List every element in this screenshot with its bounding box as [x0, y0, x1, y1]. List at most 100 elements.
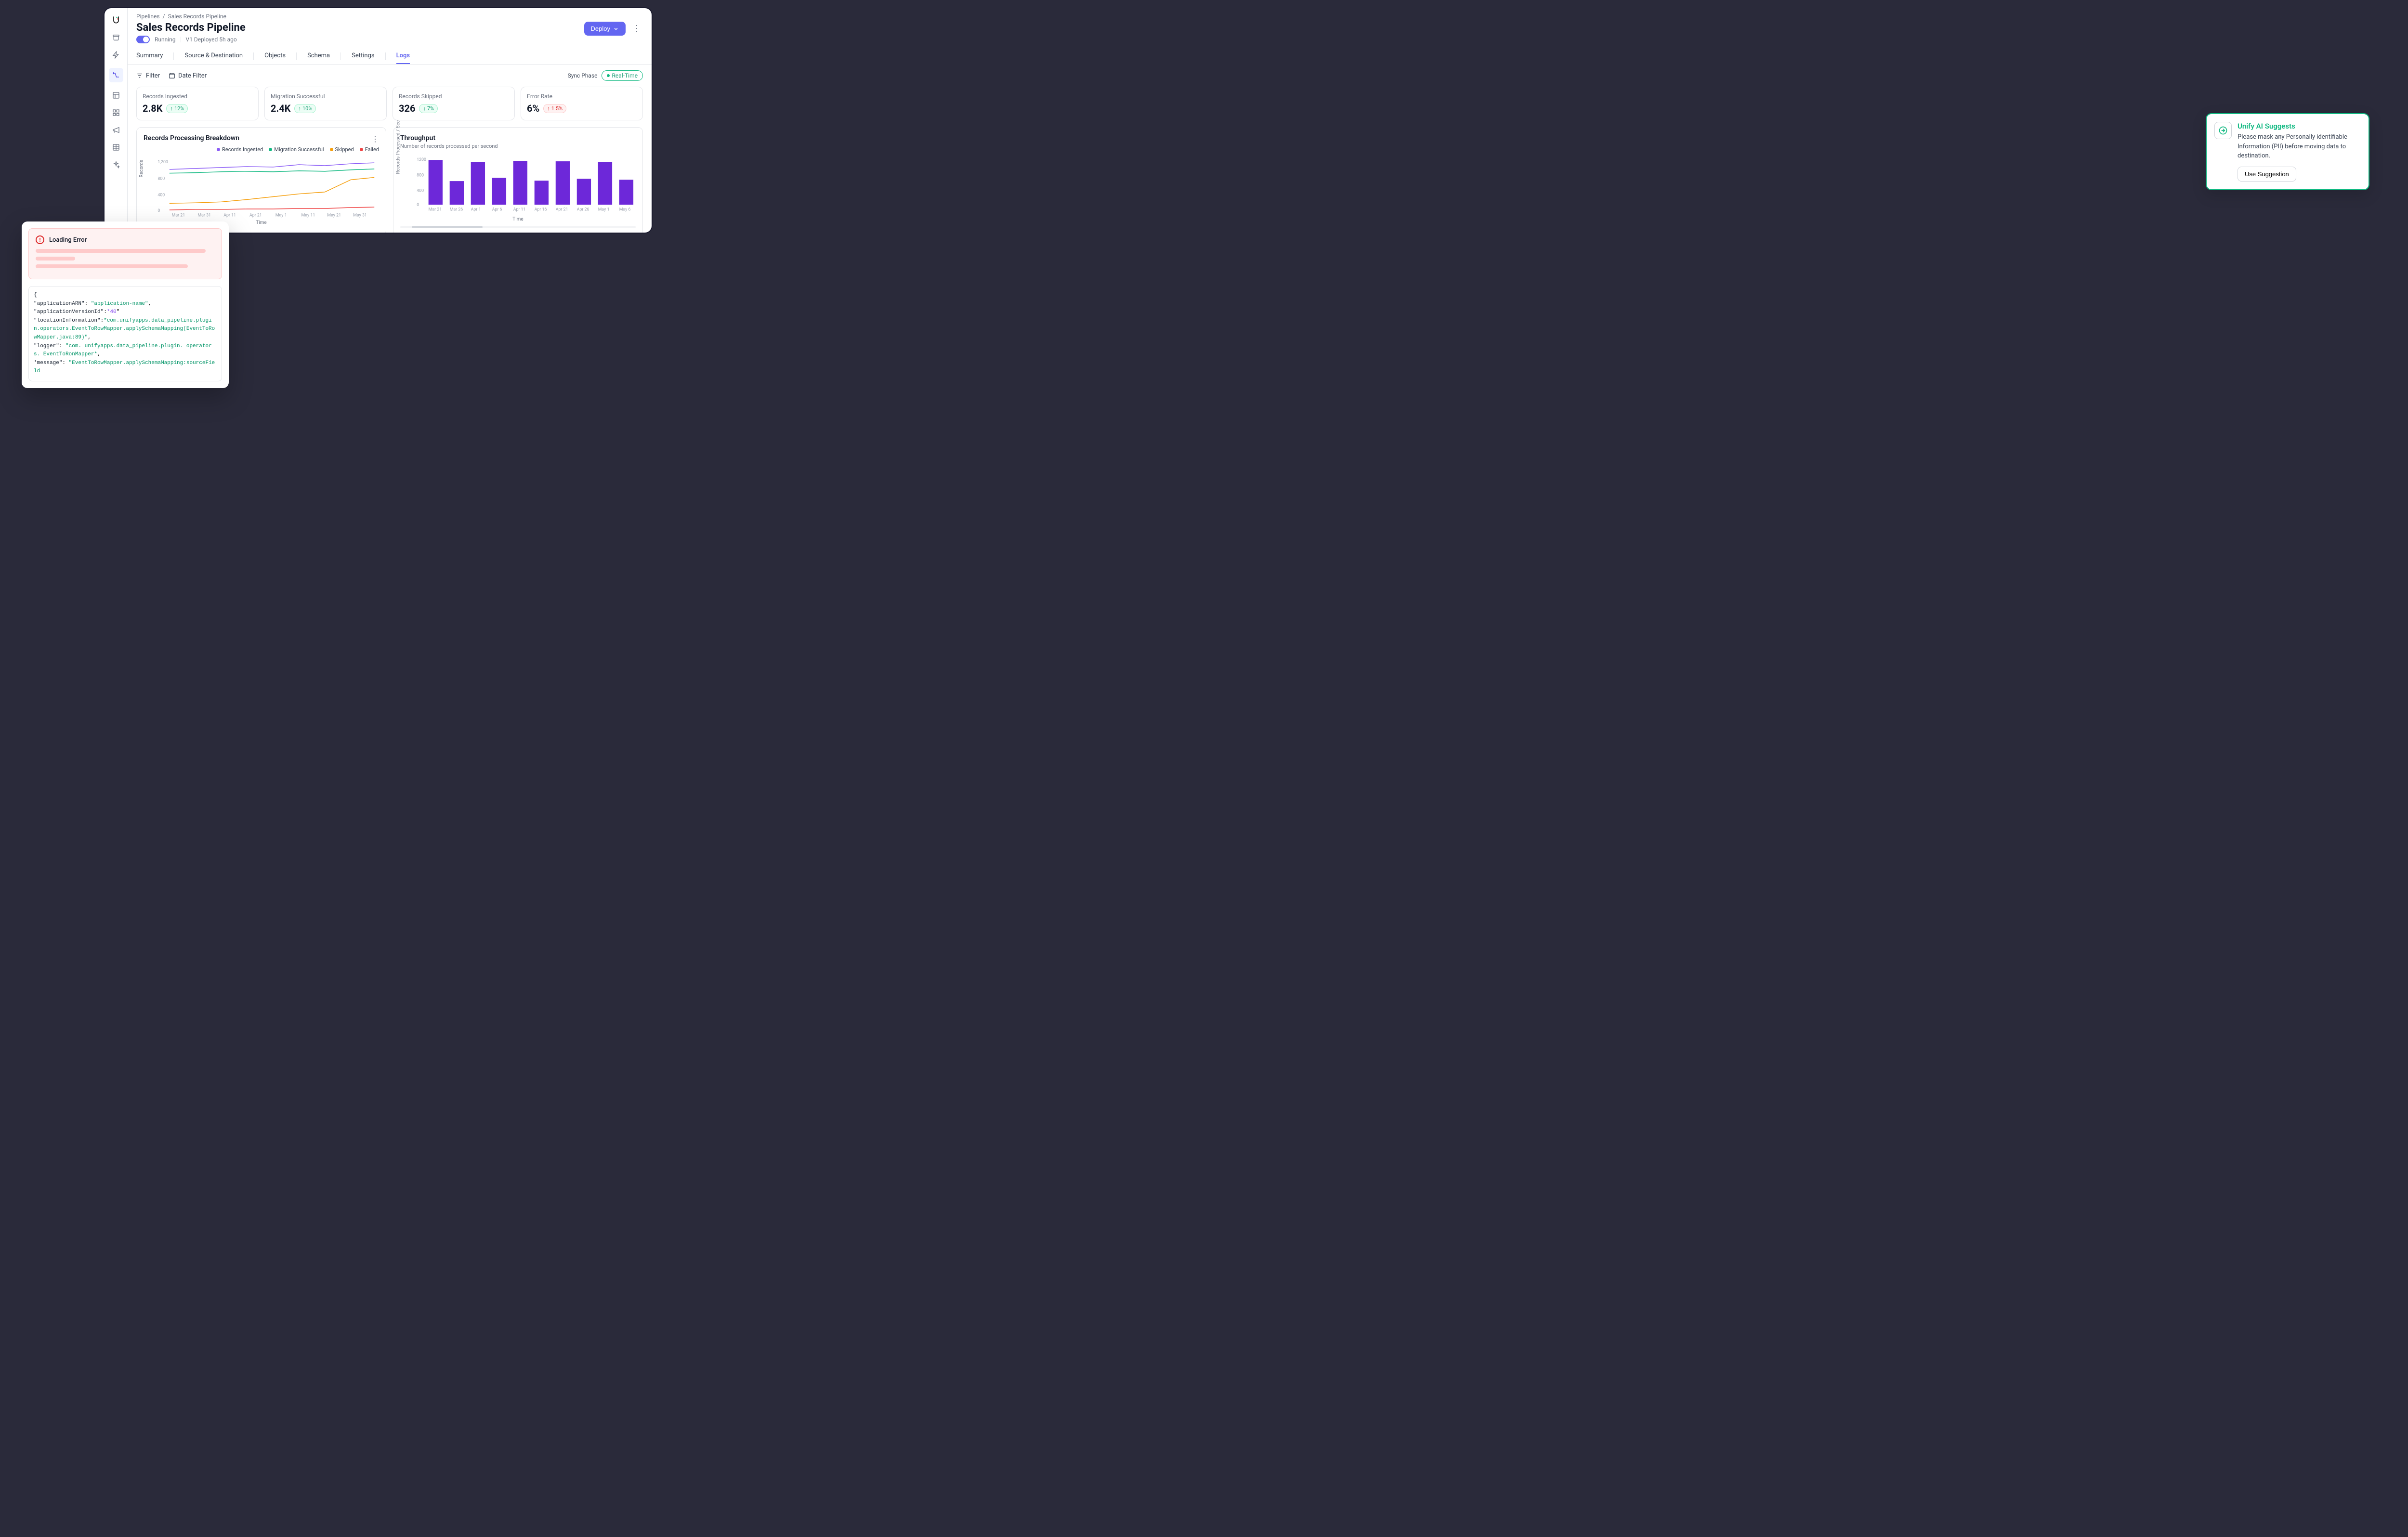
ai-icon — [2214, 122, 2232, 139]
status-running: Running — [155, 36, 176, 43]
breadcrumb-sep: / — [163, 13, 165, 20]
running-toggle[interactable] — [136, 36, 150, 43]
page-header: Sales Records Pipeline Running V1 Deploy… — [128, 22, 652, 48]
metric-label: Records Ingested — [143, 93, 252, 100]
metric-error-rate: Error Rate 6% ↑ 1.5% — [521, 87, 643, 120]
delta-badge: ↑ 10% — [294, 104, 316, 113]
chart-legend: Records Ingested Migration Successful Sk… — [144, 146, 379, 153]
filter-button[interactable]: Filter — [136, 72, 160, 79]
megaphone-icon[interactable] — [112, 126, 120, 134]
delta-badge: ↑ 12% — [166, 104, 188, 113]
pipeline-icon[interactable] — [109, 68, 123, 82]
svg-text:0: 0 — [157, 208, 160, 213]
layout-icon[interactable] — [112, 91, 120, 100]
app-frame: Pipelines / Sales Records Pipeline Sales… — [104, 7, 653, 234]
line-chart: 1,200 800 400 0 Mar 21Mar 31Apr 11Apr 21… — [144, 156, 379, 218]
chart-scrollbar[interactable] — [400, 226, 636, 228]
breadcrumb-page: Sales Records Pipeline — [168, 13, 226, 20]
metric-label: Error Rate — [527, 93, 637, 100]
ai-popup-text: Please mask any Personally identifiable … — [2238, 132, 2361, 161]
metric-value: 2.4K — [271, 103, 290, 114]
svg-text:800: 800 — [417, 173, 424, 178]
svg-text:Apr 11: Apr 11 — [513, 208, 526, 212]
svg-text:Apr 1: Apr 1 — [471, 208, 481, 212]
more-menu-button[interactable]: ⋮ — [630, 22, 643, 36]
svg-text:Mar 21: Mar 21 — [429, 208, 442, 212]
date-filter-button[interactable]: Date Filter — [169, 72, 207, 79]
skeleton-line — [36, 257, 75, 261]
legend-label: Records Ingested — [222, 146, 263, 153]
svg-text:1,200: 1,200 — [157, 160, 168, 165]
metrics-row: Records Ingested 2.8K ↑ 12% Migration Su… — [136, 87, 643, 120]
breadcrumb: Pipelines / Sales Records Pipeline — [128, 8, 652, 22]
breadcrumb-root[interactable]: Pipelines — [136, 13, 160, 20]
ai-popup-title: Unify AI Suggests — [2238, 122, 2361, 130]
metric-migration-successful: Migration Successful 2.4K ↑ 10% — [264, 87, 387, 120]
sparkle-icon[interactable] — [112, 160, 120, 169]
error-banner: ! Loading Error — [28, 228, 222, 279]
metric-label: Records Skipped — [399, 93, 509, 100]
error-code-block: { "applicationARN": "application-name", … — [28, 286, 222, 381]
svg-text:May 1: May 1 — [275, 213, 287, 218]
svg-text:Mar 31: Mar 31 — [197, 213, 211, 218]
chart-subtitle: Number of records processed per second — [400, 143, 498, 149]
svg-text:1200: 1200 — [417, 157, 426, 162]
svg-text:May 21: May 21 — [327, 213, 341, 218]
tab-source-destination[interactable]: Source & Destination — [184, 48, 243, 64]
calendar-icon — [169, 72, 175, 79]
delta-badge: ↑ 1.5% — [543, 104, 566, 113]
metric-records-ingested: Records Ingested 2.8K ↑ 12% — [136, 87, 259, 120]
tab-logs[interactable]: Logs — [396, 48, 410, 64]
svg-text:May 11: May 11 — [301, 213, 315, 218]
deploy-button[interactable]: Deploy — [584, 22, 626, 36]
metric-value: 2.8K — [143, 103, 162, 114]
svg-text:400: 400 — [417, 189, 424, 194]
page-title: Sales Records Pipeline — [136, 22, 246, 34]
grid-icon[interactable] — [112, 108, 120, 117]
table-icon[interactable] — [112, 143, 120, 152]
x-axis-label: Time — [400, 217, 636, 222]
legend-label: Failed — [365, 146, 379, 153]
archive-icon[interactable] — [112, 33, 120, 42]
tab-summary[interactable]: Summary — [136, 48, 163, 64]
filter-icon — [136, 72, 143, 79]
chart-more-button[interactable]: ⋮ — [371, 134, 379, 143]
legend-label: Migration Successful — [274, 146, 324, 153]
svg-text:0: 0 — [417, 203, 419, 208]
tabs: Summary Source & Destination Objects Sch… — [128, 48, 652, 65]
use-suggestion-button[interactable]: Use Suggestion — [2238, 167, 2296, 182]
tab-schema[interactable]: Schema — [307, 48, 330, 64]
ai-suggestion-popup: Unify AI Suggests Please mask any Person… — [2206, 113, 2369, 190]
svg-text:Apr 21: Apr 21 — [249, 213, 262, 218]
svg-text:May 1: May 1 — [598, 208, 610, 212]
skeleton-line — [36, 264, 188, 268]
toolbar: Filter Date Filter Sync Phase Real-Time — [128, 65, 652, 87]
tab-objects[interactable]: Objects — [264, 48, 286, 64]
deploy-info: V1 Deployed 5h ago — [186, 36, 237, 43]
svg-text:Mar 21: Mar 21 — [172, 213, 185, 218]
chart-throughput: Throughput Number of records processed p… — [393, 127, 643, 233]
chart-title: Throughput — [400, 134, 498, 142]
lightning-icon[interactable] — [112, 51, 120, 59]
chart-records-breakdown: Records Processing Breakdown ⋮ Records I… — [136, 127, 386, 233]
svg-text:800: 800 — [157, 176, 165, 181]
svg-text:400: 400 — [157, 193, 165, 198]
svg-text:Mar 26: Mar 26 — [450, 208, 463, 212]
svg-text:Apr 21: Apr 21 — [556, 208, 568, 212]
y-axis-label: Records — [139, 160, 144, 178]
bar-chart: 12008004000 Mar 21Mar 26Apr 1Apr 6Apr 11… — [400, 152, 636, 215]
date-filter-label: Date Filter — [178, 72, 207, 79]
svg-text:May 31: May 31 — [353, 213, 367, 218]
skeleton-line — [36, 249, 206, 253]
svg-text:Apr 26: Apr 26 — [577, 208, 589, 212]
metric-value: 6% — [527, 103, 539, 114]
error-title: Loading Error — [49, 236, 87, 244]
metric-value: 326 — [399, 103, 415, 114]
sync-phase-label: Sync Phase — [568, 72, 598, 79]
svg-text:Apr 16: Apr 16 — [535, 208, 547, 212]
svg-text:May 6: May 6 — [619, 208, 631, 212]
y-axis-label: Records Processed / Sec — [396, 120, 401, 174]
chevron-down-icon — [613, 26, 619, 32]
tab-settings[interactable]: Settings — [352, 48, 374, 64]
sidebar — [105, 8, 128, 233]
